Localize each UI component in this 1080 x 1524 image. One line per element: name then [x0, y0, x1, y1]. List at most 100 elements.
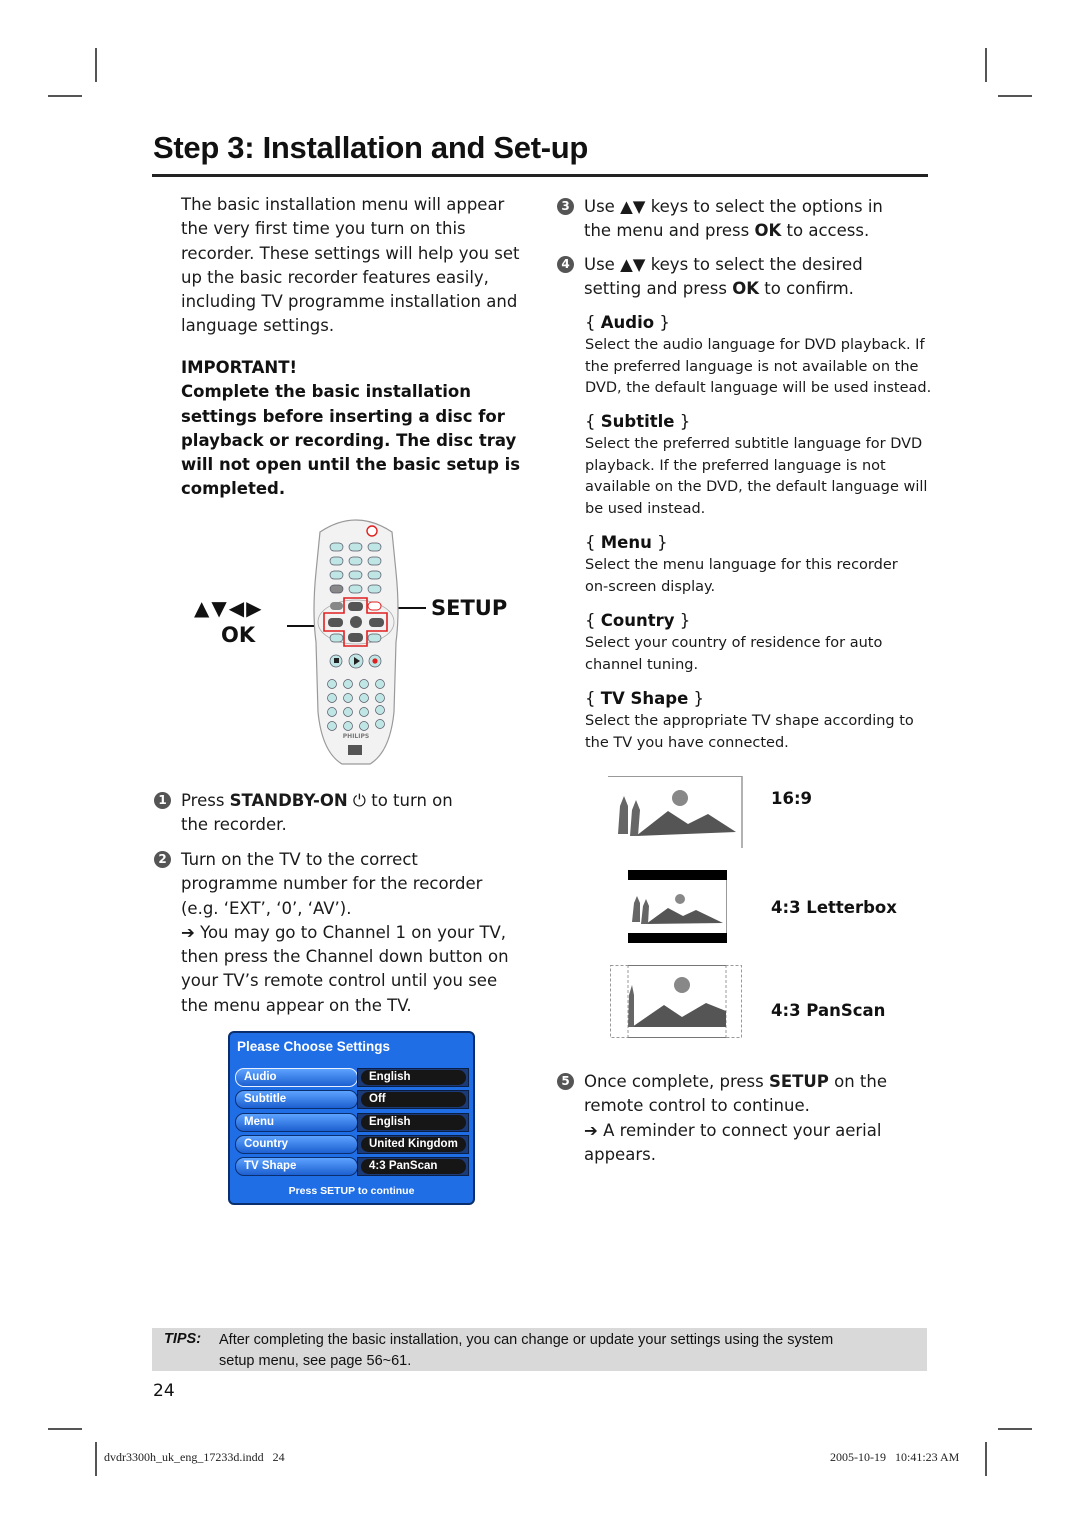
osd-row-menu[interactable]: Menu English [235, 1113, 471, 1132]
intro-line: language settings. [181, 316, 335, 336]
desc-line: DVD, the default language will be used i… [585, 380, 932, 396]
step-text: Once complete, press [584, 1072, 769, 1091]
desc-line: channel tuning. [585, 656, 699, 673]
osd-value-text: Off [361, 1092, 466, 1107]
step-text: (e.g. ‘EXT’, ‘0’, ‘AV’). [181, 898, 352, 918]
step-3: 3 Use ▲▼ keys to select the options in t… [557, 195, 929, 244]
step-text: the recorder. [181, 815, 287, 835]
setup-label: SETUP [431, 596, 508, 620]
ok-key: OK [732, 279, 760, 299]
desc-line: Select the preferred subtitle language f… [585, 436, 923, 452]
crop-mark [985, 1442, 987, 1476]
osd-label[interactable]: Subtitle [235, 1090, 358, 1109]
step-number: 4 [557, 256, 574, 273]
tv-shape-letterbox-image [628, 870, 727, 943]
osd-value-text: English [361, 1070, 466, 1085]
important-line: completed. [181, 479, 286, 499]
tv-shape-panscan-image [610, 965, 742, 1038]
crop-mark [48, 1428, 82, 1430]
option-menu-heading: { Menu } [585, 533, 668, 552]
desc-line: available on the DVD, the default langua… [585, 479, 928, 495]
step-text: setting and press [584, 279, 733, 299]
intro-line: The basic installation menu will appear [181, 195, 505, 214]
remote-brand: PHILIPS [343, 733, 369, 740]
important-line: settings before inserting a disc for [181, 406, 505, 426]
step-number: 5 [557, 1073, 574, 1090]
option-name: Audio [600, 313, 655, 332]
arrow-keys-label: ▲▼◀▶ [194, 596, 264, 620]
option-tv-shape-heading: { TV Shape } [585, 689, 705, 708]
option-name: Menu [600, 533, 652, 552]
intro-line: up the basic recorder features easily, [181, 267, 489, 287]
page-number: 24 [153, 1381, 175, 1401]
osd-value[interactable]: English [357, 1113, 469, 1132]
option-subtitle-desc: Select the preferred subtitle language f… [585, 434, 935, 520]
page-title: Step 3: Installation and Set-up [153, 130, 589, 165]
intro-paragraph: The basic installation menu will appear … [181, 193, 526, 339]
crop-mark [95, 48, 97, 82]
step-text: to confirm. [759, 279, 854, 299]
osd-row-audio[interactable]: Audio English [235, 1068, 471, 1087]
tips-label: TIPS: [164, 1331, 202, 1347]
tips-line: After completing the basic installation,… [219, 1332, 834, 1348]
footer-filename: dvdr3300h_uk_eng_17233d.indd 24 [104, 1450, 285, 1464]
option-name: Subtitle [600, 412, 675, 431]
title-rule [152, 174, 928, 177]
desc-line: the preferred language is not available … [585, 358, 919, 375]
step-note: ➔ You may go to Channel 1 on your TV, [181, 922, 507, 942]
option-audio-desc: Select the audio language for DVD playba… [585, 335, 935, 400]
step-text: ⏻ to turn on [347, 791, 453, 810]
desc-line: be used instead. [585, 500, 706, 517]
option-tv-shape-desc: Select the appropriate TV shape accordin… [585, 711, 935, 754]
osd-value-text: English [361, 1115, 466, 1130]
desc-line: the TV you have connected. [585, 734, 789, 751]
option-audio-heading: { Audio } [585, 313, 670, 332]
step-2: 2 Turn on the TV to the correct programm… [154, 848, 526, 1018]
step-text: remote control to continue. [584, 1096, 810, 1116]
osd-label[interactable]: Country [235, 1135, 358, 1154]
intro-line: the very first time you turn on this [181, 219, 466, 239]
intro-line: recorder. These settings will help you s… [181, 243, 520, 263]
tv-shape-label-panscan: 4:3 PanScan [771, 1001, 886, 1020]
crop-mark [985, 48, 987, 82]
osd-value[interactable]: Off [357, 1090, 469, 1109]
step-text: to access. [781, 221, 870, 241]
step-text: Use ▲▼ keys to select the desired [584, 255, 863, 274]
step-note: appears. [584, 1144, 656, 1164]
power-button [366, 525, 378, 537]
step-number: 1 [154, 792, 171, 809]
option-country-desc: Select your country of residence for aut… [585, 633, 935, 676]
osd-value-text: United Kingdom [361, 1137, 466, 1152]
crop-mark [48, 95, 82, 97]
step-text: on the [828, 1072, 887, 1091]
important-line: Complete the basic installation [181, 382, 471, 402]
option-country-heading: { Country } [585, 611, 691, 630]
setup-osd-menu: Please Choose Settings Audio English Sub… [228, 1031, 475, 1205]
osd-row-country[interactable]: Country United Kingdom [235, 1135, 471, 1154]
desc-line: Select the menu language for this record… [585, 557, 898, 573]
tv-shape-label-16-9: 16:9 [771, 789, 813, 808]
step-4: 4 Use ▲▼ keys to select the desired sett… [557, 253, 929, 302]
intro-line: including TV programme installation and [181, 292, 518, 312]
osd-value[interactable]: United Kingdom [357, 1135, 469, 1154]
crop-mark [998, 1428, 1032, 1430]
crop-mark [95, 1442, 97, 1476]
option-name: TV Shape [600, 689, 689, 708]
step-note: ➔ A reminder to connect your aerial [584, 1120, 882, 1140]
osd-value[interactable]: 4:3 PanScan [357, 1157, 469, 1176]
step-5: 5 Once complete, press SETUP on the remo… [557, 1070, 929, 1167]
step-note: your TV’s remote control until you see [181, 971, 498, 991]
osd-row-tv-shape[interactable]: TV Shape 4:3 PanScan [235, 1157, 471, 1176]
osd-row-subtitle[interactable]: Subtitle Off [235, 1090, 471, 1109]
osd-label[interactable]: TV Shape [235, 1157, 358, 1176]
option-name: Country [600, 611, 675, 630]
important-line: will not open until the basic setup is [181, 455, 521, 475]
osd-label[interactable]: Audio [235, 1068, 358, 1087]
osd-label[interactable]: Menu [235, 1113, 358, 1132]
desc-line: on-screen display. [585, 578, 716, 595]
osd-value[interactable]: English [357, 1068, 469, 1087]
tv-shape-16-9-image [608, 776, 743, 848]
osd-footer: Press SETUP to continue [288, 1185, 415, 1197]
remote-control: PHILIPS [313, 519, 399, 765]
tips-box: TIPS: After completing the basic install… [152, 1328, 927, 1371]
